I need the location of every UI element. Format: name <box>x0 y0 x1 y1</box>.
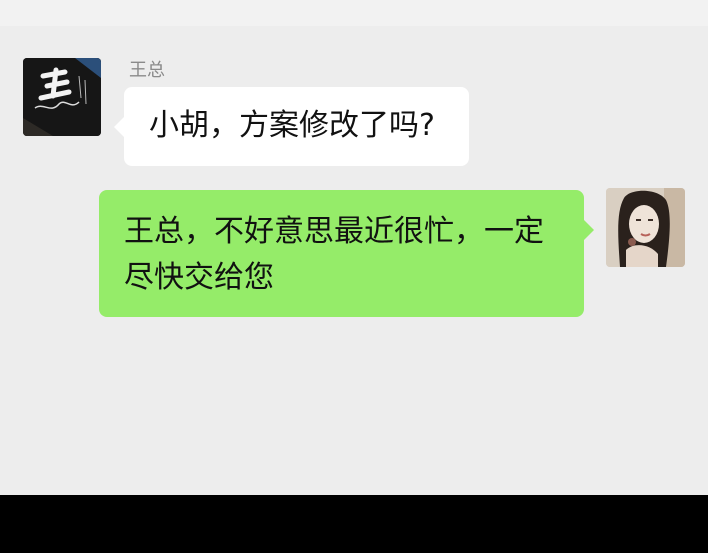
outgoing-message-bubble[interactable]: 王总，不好意思最近很忙，一定 尽快交给您 <box>99 190 594 317</box>
chat-top-divider <box>0 0 708 26</box>
chat-window: 王总 小胡，方案修改了吗? 王总，不好意思最近很忙，一定 尽快交给您 <box>0 0 708 495</box>
message-text-line-2: 尽快交给您 <box>124 260 274 295</box>
incoming-message-bubble[interactable]: 小胡，方案修改了吗? <box>114 87 469 166</box>
message-text-line-1: 王总，不好意思最近很忙，一定 <box>124 214 544 249</box>
calligraphy-avatar-icon[interactable] <box>23 58 101 136</box>
sender-name: 王总 <box>129 60 165 81</box>
portrait-avatar-icon[interactable] <box>606 188 685 267</box>
message-text: 小胡，方案修改了吗? <box>149 108 435 143</box>
bottom-black-bar <box>0 495 708 553</box>
